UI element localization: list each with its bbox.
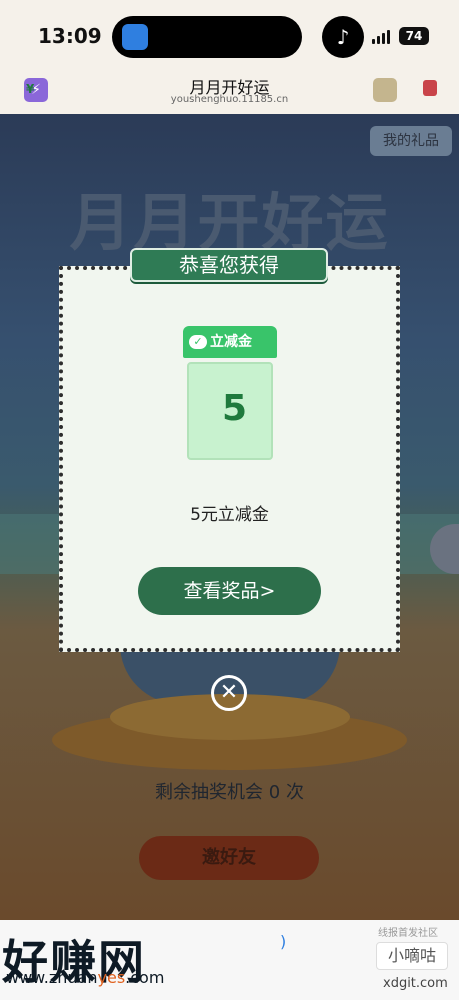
coupon-tag-label: 立减金	[210, 334, 252, 350]
watermark-right-logo: 小嘀咕	[376, 942, 448, 970]
dynamic-island	[112, 16, 302, 58]
app-icon	[122, 24, 148, 50]
view-prize-button[interactable]: 查看奖品>	[138, 567, 321, 615]
loading-icon: )	[280, 932, 287, 951]
watermark-url: www.zhuanyes.com	[6, 968, 164, 987]
coupon-amount: 5	[222, 388, 248, 429]
status-bar: 13:09 ♪ 74	[0, 0, 459, 72]
wechat-pay-icon: ✓	[189, 335, 207, 349]
coupon-tag: ✓ 立减金	[183, 326, 277, 358]
invite-friends-button[interactable]: 邀好友	[139, 836, 319, 880]
more-icon[interactable]	[423, 80, 437, 96]
prize-name: 5元立减金	[190, 505, 269, 525]
app-page: 13:09 ♪ 74 ⚡ 月月开好运 youshenghuo.11185.cn …	[0, 0, 459, 1000]
watermark-right-url: xdgit.com	[383, 976, 448, 991]
watermark-url-accent: yes	[97, 968, 126, 987]
watermark-url-suffix: .com	[125, 968, 165, 987]
coupon-currency: ¥	[26, 82, 35, 96]
battery-icon: 74	[399, 27, 429, 45]
watermark-url-prefix: www.zhuan	[6, 968, 98, 987]
modal-banner: 恭喜您获得	[130, 248, 328, 282]
status-time: 13:09	[38, 24, 102, 48]
my-gifts-button[interactable]: 我的礼品	[370, 126, 452, 156]
music-icon: ♪	[322, 16, 364, 58]
watermark-right-caption: 线报首发社区	[378, 928, 438, 939]
remaining-chances: 剩余抽奖机会 0 次	[155, 782, 304, 803]
close-icon[interactable]: ✕	[211, 675, 247, 711]
signal-icon	[372, 30, 392, 44]
share-icon[interactable]	[373, 78, 397, 102]
title-bar: ⚡ 月月开好运 youshenghuo.11185.cn	[0, 72, 459, 114]
